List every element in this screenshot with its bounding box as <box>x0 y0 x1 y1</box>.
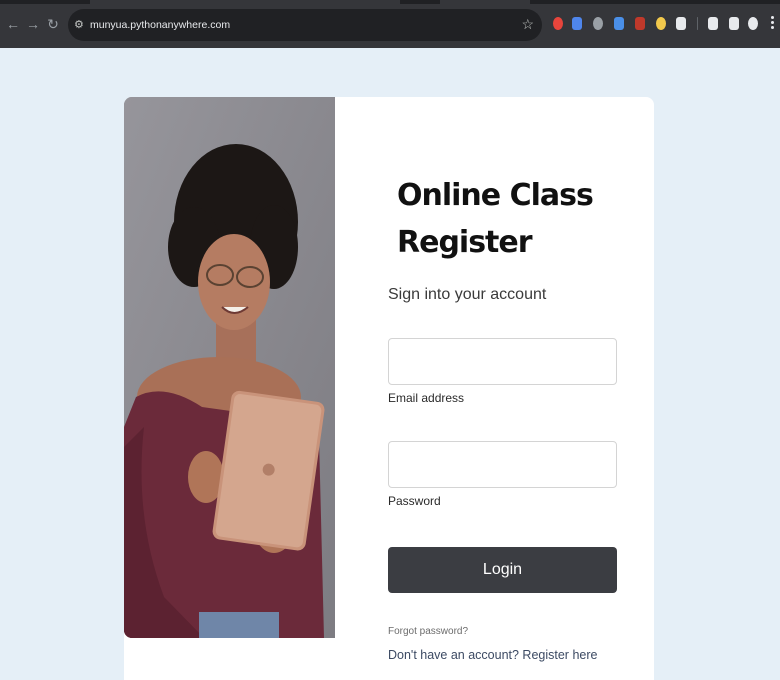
signin-subtitle: Sign into your account <box>388 286 547 303</box>
email-label: Email address <box>388 391 465 405</box>
toolbar-divider <box>697 17 698 30</box>
tab-strip <box>0 0 780 4</box>
extension-icon[interactable] <box>635 17 645 30</box>
site-info-icon[interactable]: ⚙ <box>74 17 86 33</box>
extension-icon[interactable] <box>614 17 624 30</box>
browser-tab[interactable] <box>440 0 530 4</box>
address-bar[interactable]: ⚙ munyua.pythonanywhere.com ☆ <box>68 9 542 41</box>
profile-avatar[interactable] <box>748 17 758 30</box>
forward-icon[interactable]: → <box>26 16 40 32</box>
email-input[interactable] <box>388 338 617 385</box>
login-button[interactable]: Login <box>388 547 617 593</box>
reading-list-icon[interactable] <box>708 17 718 30</box>
browser-menu-icon[interactable] <box>771 15 775 31</box>
extension-icon[interactable] <box>656 17 666 30</box>
page-title: Online Class Register <box>397 172 637 266</box>
title-line-2: Register <box>397 225 533 260</box>
extension-icon[interactable] <box>553 17 563 30</box>
side-panel-icon[interactable] <box>729 17 739 30</box>
extensions-puzzle-icon[interactable] <box>676 17 686 30</box>
back-icon[interactable]: ← <box>6 16 20 32</box>
register-link[interactable]: Don't have an account? Register here <box>388 647 597 663</box>
password-label: Password <box>388 494 441 508</box>
forgot-password-link[interactable]: Forgot password? <box>388 626 468 638</box>
extension-icon[interactable] <box>572 17 582 30</box>
browser-toolbar: ← → ↻ ⚙ munyua.pythonanywhere.com ☆ <box>0 0 780 48</box>
extension-icon[interactable] <box>593 17 603 30</box>
student-photo <box>124 97 335 638</box>
reload-icon[interactable]: ↻ <box>46 16 60 32</box>
browser-tab[interactable] <box>90 0 400 4</box>
bookmark-star-icon[interactable]: ☆ <box>521 16 534 32</box>
title-line-1: Online Class <box>397 178 594 213</box>
url-text[interactable]: munyua.pythonanywhere.com <box>90 17 230 33</box>
password-input[interactable] <box>388 441 617 488</box>
